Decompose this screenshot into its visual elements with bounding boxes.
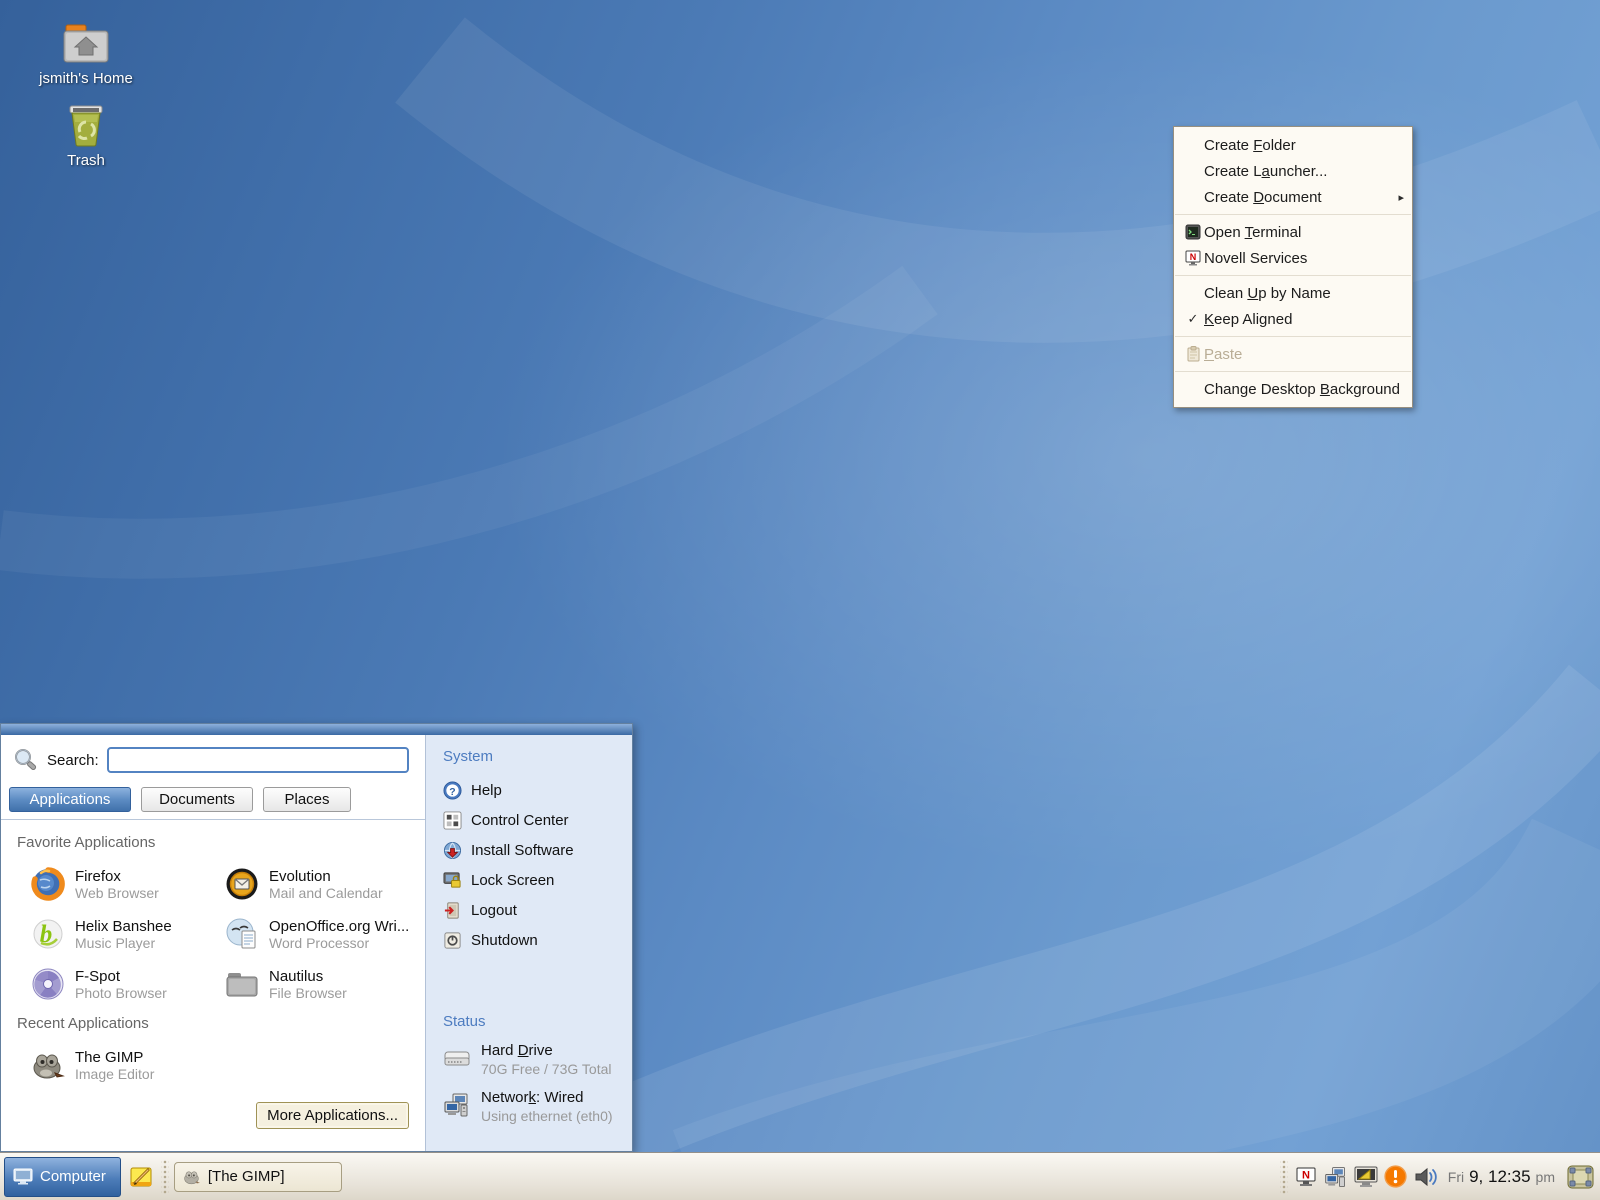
- display-tray-icon[interactable]: [1354, 1165, 1378, 1189]
- menu-item-keep-aligned[interactable]: ✓ Keep Aligned: [1174, 306, 1412, 332]
- menu-item-clean-up-by-name[interactable]: Clean Up by Name: [1174, 280, 1412, 306]
- system-item-logout[interactable]: Logout: [443, 895, 632, 925]
- system-panel: System ? Help Control Center Install Sof…: [425, 735, 632, 1151]
- firefox-icon: [31, 867, 65, 901]
- tomboy-notes-button[interactable]: [126, 1160, 156, 1194]
- system-tray: N Fri 9, 12:35 pm: [1279, 1159, 1596, 1194]
- gimp-icon: [33, 1054, 65, 1079]
- shutdown-icon: [444, 931, 461, 949]
- clock[interactable]: Fri 9, 12:35 pm: [1448, 1167, 1555, 1187]
- app-item-gimp[interactable]: The GIMP Image Editor: [31, 1048, 225, 1082]
- hard-drive-usage: 70G Free / 73G Total: [481, 1061, 612, 1077]
- system-item-lock-screen[interactable]: Lock Screen: [443, 865, 632, 895]
- app-item-fspot[interactable]: F-Spot Photo Browser: [31, 967, 225, 1001]
- novell-icon: N: [1185, 250, 1201, 266]
- taskbar: Computer [The GIMP] N Fri 9, 12:35 pm: [0, 1152, 1600, 1200]
- desktop-icon-label: Trash: [67, 152, 105, 169]
- network-icon: [444, 1093, 468, 1117]
- menu-item-change-desktop-background[interactable]: Change Desktop Background: [1174, 376, 1412, 402]
- writer-icon: [226, 918, 256, 949]
- app-item-evolution[interactable]: Evolution Mail and Calendar: [225, 867, 419, 901]
- desktop-context-menu: Create Folder Create Launcher... Create …: [1173, 126, 1413, 408]
- menu-separator: [1175, 371, 1411, 372]
- favorites-header: Favorite Applications: [17, 834, 156, 851]
- system-item-help[interactable]: ? Help: [443, 775, 632, 805]
- menu-separator: [1175, 275, 1411, 276]
- app-item-firefox[interactable]: Firefox Web Browser: [31, 867, 225, 901]
- help-icon: ?: [443, 780, 462, 800]
- recent-grid: The GIMP Image Editor: [1, 1032, 425, 1082]
- novell-tray-icon[interactable]: N: [1294, 1165, 1318, 1189]
- clock-meridiem: pm: [1535, 1168, 1555, 1185]
- note-icon: [130, 1167, 152, 1186]
- tab-documents[interactable]: Documents: [141, 787, 253, 812]
- computer-icon: [13, 1168, 33, 1184]
- status-item-network[interactable]: Network: Wired Using ethernet (eth0): [443, 1089, 632, 1124]
- favorites-grid: Firefox Web Browser Evolution Mail and Cal…: [1, 851, 425, 1001]
- menu-item-create-document[interactable]: Create Document ▸: [1174, 184, 1412, 210]
- network-tray-icon[interactable]: [1324, 1165, 1348, 1189]
- system-header: System: [443, 748, 494, 765]
- menu-item-create-folder[interactable]: Create Folder: [1174, 132, 1412, 158]
- status-header: Status: [443, 1013, 486, 1030]
- menu-separator: [1175, 214, 1411, 215]
- workspace-switcher[interactable]: [1567, 1165, 1594, 1189]
- menu-item-paste: Paste: [1174, 341, 1412, 367]
- system-item-install-software[interactable]: Install Software: [443, 835, 632, 865]
- menu-item-open-terminal[interactable]: Open Terminal: [1174, 219, 1412, 245]
- system-item-shutdown[interactable]: Shutdown: [443, 925, 632, 955]
- checkmark-icon: ✓: [1187, 311, 1199, 326]
- updates-tray-icon[interactable]: [1384, 1165, 1408, 1189]
- menu-separator: [1175, 336, 1411, 337]
- clock-time: 9, 12:35: [1469, 1166, 1531, 1186]
- menu-tabs: Applications Documents Places: [1, 779, 425, 812]
- svg-text:?: ?: [449, 786, 455, 797]
- clock-day: Fri: [1447, 1168, 1465, 1185]
- terminal-icon: [1185, 224, 1201, 240]
- panel-drag-handle[interactable]: [160, 1159, 169, 1194]
- logout-icon: [444, 901, 459, 919]
- tray-drag-handle[interactable]: [1279, 1159, 1288, 1194]
- desktop-icon-home[interactable]: jsmith's Home: [26, 22, 146, 87]
- home-folder-icon: [63, 24, 109, 63]
- task-button-gimp[interactable]: [The GIMP]: [173, 1161, 342, 1192]
- control-center-icon: [443, 810, 462, 830]
- tab-applications[interactable]: Applications: [9, 787, 131, 812]
- search-label: Search:: [47, 751, 99, 769]
- app-item-nautilus[interactable]: Nautilus File Browser: [225, 967, 419, 1001]
- install-software-icon: [443, 841, 462, 859]
- app-item-writer[interactable]: OpenOffice.org Wri... Word Processor: [225, 917, 419, 951]
- system-item-control-center[interactable]: Control Center: [443, 805, 632, 835]
- more-applications-button[interactable]: More Applications...: [256, 1102, 409, 1129]
- search-icon: [15, 749, 37, 771]
- status-item-hard-drive[interactable]: Hard Drive 70G Free / 73G Total: [443, 1042, 632, 1077]
- tab-places[interactable]: Places: [263, 787, 351, 812]
- app-item-banshee[interactable]: b Helix Banshee Music Player: [31, 917, 225, 951]
- applications-panel: Search: Applications Documents Places Fa…: [1, 735, 425, 1151]
- hard-drive-icon: [444, 1051, 470, 1066]
- lock-screen-icon: [443, 871, 461, 888]
- trash-icon: [69, 105, 103, 147]
- search-input[interactable]: [106, 747, 409, 773]
- banshee-icon: b: [33, 919, 63, 949]
- menu-item-create-launcher[interactable]: Create Launcher...: [1174, 158, 1412, 184]
- volume-tray-icon[interactable]: [1414, 1165, 1438, 1189]
- fspot-icon: [32, 968, 64, 1000]
- network-detail: Using ethernet (eth0): [481, 1108, 613, 1124]
- svg-text:N: N: [1302, 1169, 1310, 1181]
- svg-text:N: N: [1190, 252, 1197, 262]
- desktop-icon-trash[interactable]: Trash: [26, 102, 146, 169]
- gimp-task-icon: [184, 1170, 200, 1184]
- nautilus-icon: [226, 973, 258, 997]
- main-menu-top-strip: [1, 724, 632, 735]
- paste-icon: [1187, 346, 1199, 362]
- desktop-icon-label: jsmith's Home: [39, 70, 133, 87]
- evolution-icon: [226, 868, 258, 900]
- computer-menu-button[interactable]: Computer: [4, 1156, 121, 1197]
- submenu-arrow-icon: ▸: [1398, 191, 1404, 204]
- main-menu: Search: Applications Documents Places Fa…: [0, 723, 633, 1152]
- recent-header: Recent Applications: [17, 1015, 149, 1032]
- menu-item-novell-services[interactable]: N Novell Services: [1174, 245, 1412, 271]
